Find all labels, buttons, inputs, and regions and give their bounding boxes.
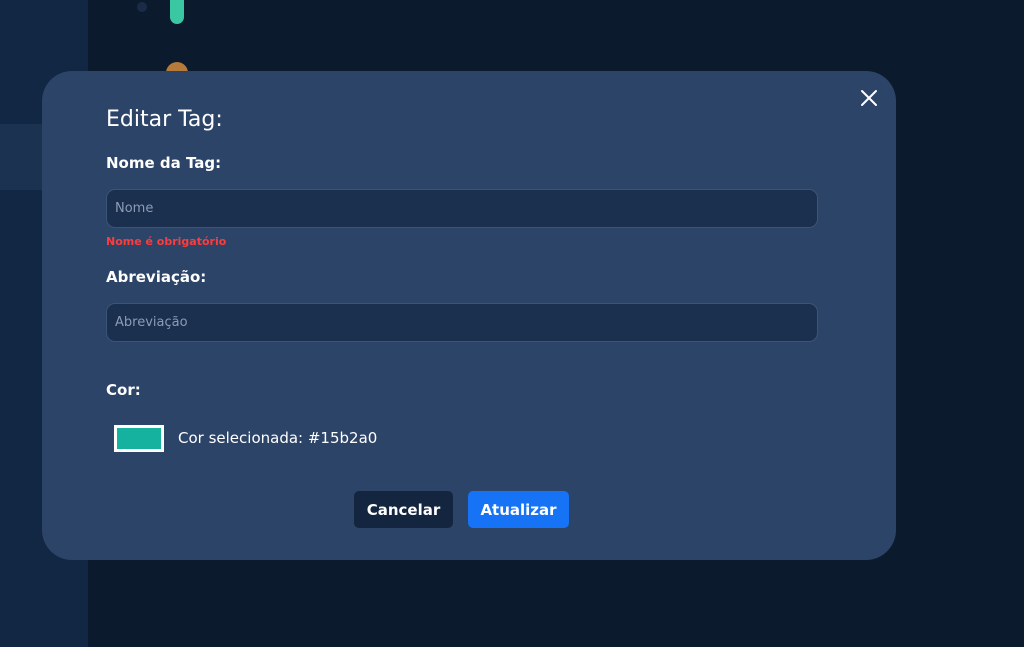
tag-name-error: Nome é obrigatório	[106, 235, 227, 248]
background-dot	[137, 2, 147, 12]
selected-color-text: Cor selecionada: #15b2a0	[178, 429, 378, 447]
update-button[interactable]: Atualizar	[468, 491, 569, 528]
background-tag-green	[170, 0, 184, 24]
cancel-button[interactable]: Cancelar	[354, 491, 453, 528]
close-icon	[861, 90, 877, 106]
tag-name-input[interactable]	[106, 189, 818, 228]
color-swatch[interactable]	[114, 425, 164, 452]
modal-title: Editar Tag:	[106, 107, 223, 132]
close-button[interactable]	[858, 87, 880, 109]
edit-tag-modal: Editar Tag: Nome da Tag: Nome é obrigató…	[42, 71, 896, 560]
abbreviation-input[interactable]	[106, 303, 818, 342]
tag-name-label: Nome da Tag:	[106, 154, 222, 172]
abbreviation-label: Abreviação:	[106, 268, 207, 286]
color-label: Cor:	[106, 381, 141, 399]
